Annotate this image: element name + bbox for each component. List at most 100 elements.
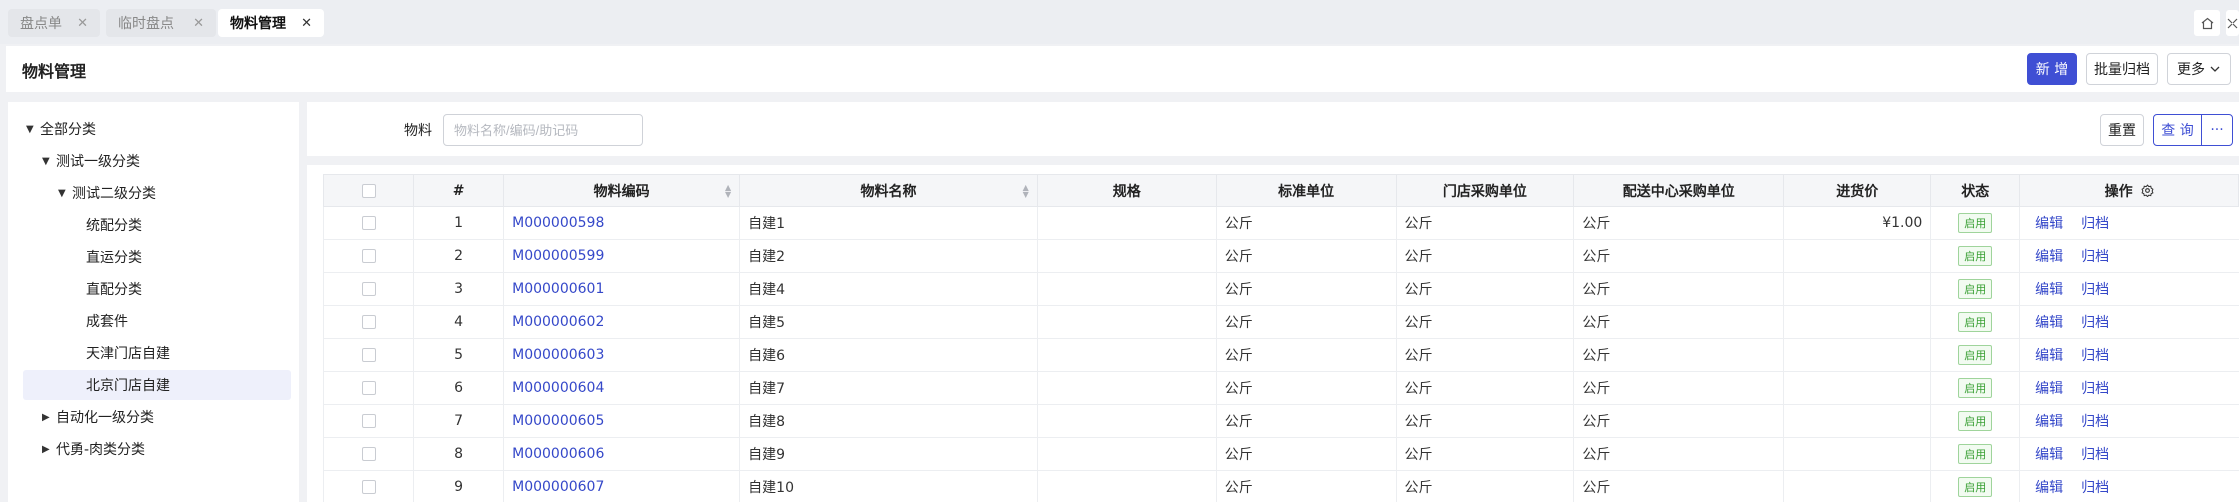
row-checkbox-cell [322,272,414,306]
tree-node-meat[interactable]: ▶ 代勇-肉类分类 [42,434,145,464]
material-code-cell: M000000605 [503,404,740,438]
tree-node-test-level1[interactable]: ▼ 测试一级分类 [42,146,140,176]
edit-link[interactable]: 编辑 [2035,447,2063,463]
tree-node-auto-level1[interactable]: ▶ 自动化一级分类 [42,402,154,432]
tab-stocktake[interactable]: 盘点单 ✕ [8,9,100,37]
archive-link[interactable]: 归档 [2081,447,2109,463]
dc-purchase-unit: 公斤 [1573,371,1784,405]
tree-node-selected[interactable]: 北京门店自建 [23,370,291,400]
archive-link[interactable]: 归档 [2081,480,2109,496]
material-code-link[interactable]: M000000599 [512,248,604,264]
table-row[interactable]: 3 M000000601 自建4 公斤 公斤 公斤 启用 编辑 归档 [322,272,2239,306]
row-checkbox[interactable] [361,348,376,362]
status-cell: 启用 [1930,470,2020,502]
table-row[interactable]: 7 M000000605 自建8 公斤 公斤 公斤 启用 编辑 归档 [322,404,2239,438]
material-code-link[interactable]: M000000598 [512,215,604,231]
row-checkbox[interactable] [361,381,376,395]
batch-archive-button[interactable]: 批量归档 [2086,53,2158,85]
ops-cell: 编辑 归档 [2019,305,2239,339]
table-row[interactable]: 2 M000000599 自建2 公斤 公斤 公斤 启用 编辑 归档 [322,239,2239,273]
edit-link[interactable]: 编辑 [2035,348,2063,364]
purchase-price [1783,239,1931,273]
query-button[interactable]: 查 询 [2154,115,2202,145]
collapse-icon[interactable] [2226,10,2239,36]
gear-icon[interactable] [2140,183,2154,197]
material-code-link[interactable]: M000000605 [512,413,604,429]
home-icon[interactable] [2194,10,2220,36]
material-spec [1036,272,1217,306]
caret-down-icon[interactable]: ▼ [26,124,40,135]
material-code-link[interactable]: M000000602 [512,314,604,330]
row-checkbox[interactable] [361,447,376,461]
row-checkbox[interactable] [361,216,376,230]
archive-link[interactable]: 归档 [2081,414,2109,430]
material-code-link[interactable]: M000000607 [512,479,604,495]
material-code-link[interactable]: M000000604 [512,380,604,396]
edit-link[interactable]: 编辑 [2035,315,2063,331]
row-checkbox-cell [322,338,414,372]
tree-node-leaf[interactable]: 成套件 [86,306,128,336]
archive-link[interactable]: 归档 [2081,216,2109,232]
col-ops-label: 操作 [2104,183,2133,200]
tree-node-leaf[interactable]: 直配分类 [86,274,142,304]
row-checkbox[interactable] [361,315,376,329]
tree-node-root[interactable]: ▼ 全部分类 [26,114,96,144]
archive-link[interactable]: 归档 [2081,348,2109,364]
select-all-checkbox[interactable] [361,183,376,198]
tree-node-leaf[interactable]: 统配分类 [86,210,142,240]
material-code-link[interactable]: M000000601 [512,281,604,297]
tree-node-leaf[interactable]: 直运分类 [86,242,142,272]
row-checkbox[interactable] [361,480,376,494]
archive-link[interactable]: 归档 [2081,249,2109,265]
close-icon[interactable]: ✕ [301,16,312,31]
caret-right-icon[interactable]: ▶ [42,444,56,455]
row-index: 7 [413,404,504,438]
ops-cell: 编辑 归档 [2019,239,2239,273]
row-checkbox[interactable] [361,249,376,263]
material-search-input[interactable] [443,114,643,146]
tree-node-leaf[interactable]: 天津门店自建 [86,338,170,368]
caret-right-icon[interactable]: ▶ [42,412,56,423]
reset-button[interactable]: 重置 [2100,114,2144,146]
table-row[interactable]: 4 M000000602 自建5 公斤 公斤 公斤 启用 编辑 归档 [322,305,2239,339]
archive-link[interactable]: 归档 [2081,381,2109,397]
tab-material-management[interactable]: 物料管理 ✕ [218,9,324,37]
sort-icon[interactable]: ▲ ▼ [1023,184,1029,199]
more-options-icon[interactable]: ··· [2202,115,2232,145]
row-checkbox-cell [322,371,414,405]
tree-node-test-level2[interactable]: ▼ 测试二级分类 [58,178,156,208]
row-checkbox[interactable] [361,414,376,428]
dc-purchase-unit: 公斤 [1573,437,1784,471]
sort-icon[interactable]: ▲ ▼ [725,184,731,199]
table-row[interactable]: 1 M000000598 自建1 公斤 公斤 公斤 ¥1.00 启用 编辑 归档 [322,206,2239,240]
page-title: 物料管理 [22,62,87,81]
ops-cell: 编辑 归档 [2019,470,2239,502]
row-checkbox[interactable] [361,282,376,296]
edit-link[interactable]: 编辑 [2035,414,2063,430]
archive-link[interactable]: 归档 [2081,315,2109,331]
caret-down-icon[interactable]: ▼ [58,188,72,199]
edit-link[interactable]: 编辑 [2035,249,2063,265]
more-button[interactable]: 更多 [2167,53,2231,85]
edit-link[interactable]: 编辑 [2035,480,2063,496]
archive-link[interactable]: 归档 [2081,282,2109,298]
new-button[interactable]: 新 增 [2027,53,2077,85]
table-row[interactable]: 6 M000000604 自建7 公斤 公斤 公斤 启用 编辑 归档 [322,371,2239,405]
edit-link[interactable]: 编辑 [2035,216,2063,232]
col-name[interactable]: 物料名称 ▲ ▼ [739,174,1038,207]
table-row[interactable]: 8 M000000606 自建9 公斤 公斤 公斤 启用 编辑 归档 [322,437,2239,471]
close-icon[interactable]: ✕ [193,16,204,31]
table-row[interactable]: 9 M000000607 自建10 公斤 公斤 公斤 启用 编辑 归档 [322,470,2239,502]
col-code[interactable]: 物料编码 ▲ ▼ [503,174,741,207]
edit-link[interactable]: 编辑 [2035,381,2063,397]
caret-down-icon[interactable]: ▼ [42,156,56,167]
material-code-link[interactable]: M000000603 [512,347,604,363]
row-index: 8 [413,437,504,471]
close-icon[interactable]: ✕ [77,16,88,31]
edit-link[interactable]: 编辑 [2035,282,2063,298]
page-header: 物料管理 新 增 批量归档 更多 [6,46,2239,92]
material-name: 自建7 [739,371,1038,405]
table-row[interactable]: 5 M000000603 自建6 公斤 公斤 公斤 启用 编辑 归档 [322,338,2239,372]
material-code-link[interactable]: M000000606 [512,446,604,462]
tab-temp-stocktake[interactable]: 临时盘点 ✕ [106,9,216,37]
